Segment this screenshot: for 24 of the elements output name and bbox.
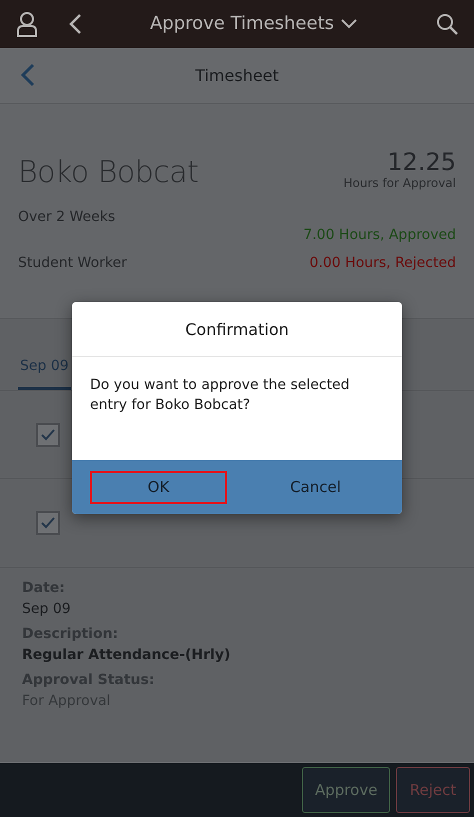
dialog-message: Do you want to approve the selected entry for Boko Bobcat? bbox=[89, 376, 351, 415]
dialog-button[interactable]: Cancel bbox=[247, 470, 384, 504]
approve-button[interactable]: Approve bbox=[302, 767, 390, 814]
checkmark-icon bbox=[40, 428, 56, 442]
hours-label: Hours for Approval bbox=[343, 176, 456, 190]
field-value: Sep 09 bbox=[22, 600, 72, 617]
job-text: Student Worker bbox=[18, 255, 127, 272]
checkbox[interactable] bbox=[36, 511, 60, 536]
period-text: Over 2 Weeks bbox=[18, 209, 116, 226]
rejected-hours: 0.00 Hours, Rejected bbox=[310, 255, 456, 272]
hours-value: 12.25 bbox=[387, 148, 456, 176]
chevron-down-icon[interactable] bbox=[340, 18, 358, 30]
field-value: Regular Attendance-(Hrly) bbox=[22, 646, 232, 663]
page-title: Timesheet bbox=[195, 66, 279, 85]
checkbox[interactable] bbox=[36, 422, 60, 447]
approved-hours: 7.00 Hours, Approved bbox=[303, 227, 456, 244]
employee-name: Boko Bobcat bbox=[18, 155, 198, 190]
back-icon[interactable] bbox=[68, 12, 82, 35]
dialog-button[interactable]: OK bbox=[90, 470, 227, 504]
title-dropdown[interactable]: Approve Timesheets bbox=[102, 13, 406, 34]
checkmark-icon bbox=[40, 516, 56, 530]
search-icon[interactable] bbox=[436, 12, 458, 35]
user-icon[interactable] bbox=[16, 10, 38, 37]
dialog-title: Confirmation bbox=[72, 302, 402, 357]
